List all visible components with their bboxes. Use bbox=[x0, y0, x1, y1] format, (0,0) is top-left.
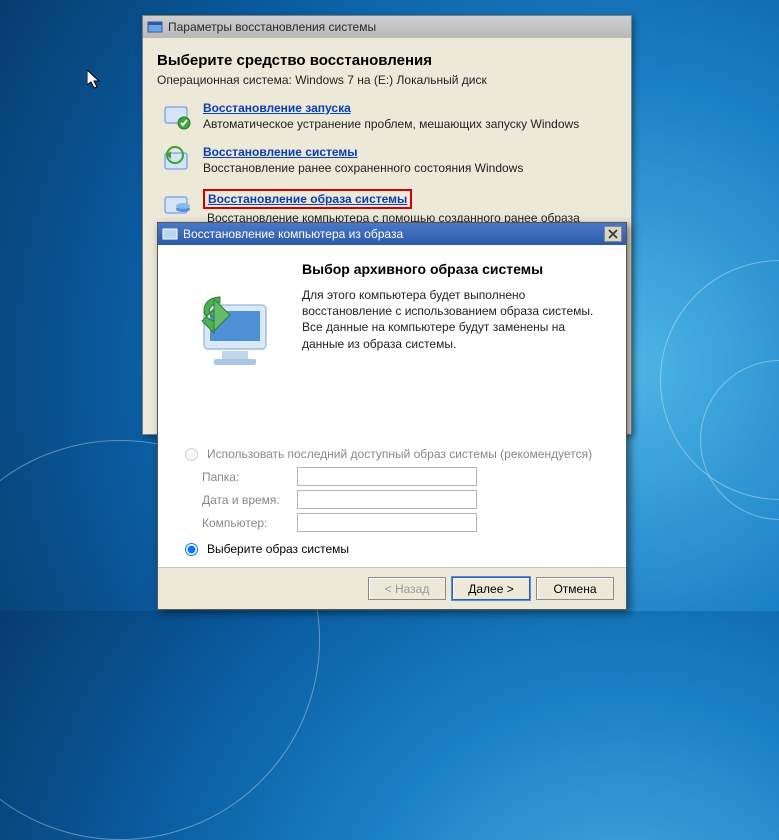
datetime-label: Дата и время: bbox=[202, 493, 297, 507]
system-restore-link[interactable]: Восстановление системы bbox=[203, 145, 358, 159]
next-button[interactable]: Далее > bbox=[452, 577, 530, 600]
radio-use-latest[interactable]: Использовать последний доступный образ с… bbox=[180, 447, 604, 461]
system-restore-icon bbox=[161, 145, 193, 177]
close-button[interactable] bbox=[604, 226, 622, 242]
computer-label: Компьютер: bbox=[202, 516, 297, 530]
system-image-icon bbox=[161, 189, 193, 221]
startup-repair-icon bbox=[161, 101, 193, 133]
radio-use-latest-label: Использовать последний доступный образ с… bbox=[207, 447, 592, 461]
wizard-body: Использовать последний доступный образ с… bbox=[158, 435, 626, 568]
options-titlebar[interactable]: Параметры восстановления системы bbox=[143, 16, 631, 38]
reimage-wizard-window: Восстановление компьютера из образа Выбо… bbox=[157, 222, 627, 610]
option-startup-repair: Восстановление запуска Автоматическое ус… bbox=[157, 95, 617, 139]
wizard-description: Для этого компьютера будет выполнено вос… bbox=[302, 287, 608, 352]
options-heading: Выберите средство восстановления bbox=[157, 52, 617, 69]
wizard-header-panel: Выбор архивного образа системы Для этого… bbox=[158, 245, 626, 435]
datetime-field bbox=[297, 490, 477, 509]
radio-select-image-input[interactable] bbox=[185, 543, 198, 556]
folder-field bbox=[297, 467, 477, 486]
startup-repair-link[interactable]: Восстановление запуска bbox=[203, 101, 351, 115]
mouse-cursor bbox=[87, 70, 103, 92]
close-icon bbox=[608, 229, 618, 239]
wizard-window-icon bbox=[162, 226, 178, 242]
folder-label: Папка: bbox=[202, 470, 297, 484]
radio-select-image[interactable]: Выберите образ системы bbox=[180, 542, 604, 556]
option-system-restore: Восстановление системы Восстановление ра… bbox=[157, 139, 617, 183]
radio-use-latest-input[interactable] bbox=[185, 448, 198, 461]
image-fields: Папка: Дата и время: Компьютер: bbox=[202, 467, 604, 532]
system-image-link[interactable]: Восстановление образа системы bbox=[208, 192, 407, 206]
radio-select-image-label: Выберите образ системы bbox=[207, 542, 349, 556]
computer-field bbox=[297, 513, 477, 532]
wizard-titlebar[interactable]: Восстановление компьютера из образа bbox=[158, 223, 626, 245]
startup-repair-desc: Автоматическое устранение проблем, мешаю… bbox=[203, 117, 579, 131]
options-title: Параметры восстановления системы bbox=[168, 20, 376, 34]
cancel-button[interactable]: Отмена bbox=[536, 577, 614, 600]
system-image-highlight: Восстановление образа системы bbox=[203, 189, 412, 209]
back-button[interactable]: < Назад bbox=[368, 577, 446, 600]
window-icon bbox=[147, 19, 163, 35]
wizard-graphic-icon bbox=[176, 269, 286, 379]
wizard-heading: Выбор архивного образа системы bbox=[302, 261, 608, 277]
system-restore-desc: Восстановление ранее сохраненного состоя… bbox=[203, 161, 523, 175]
wizard-title: Восстановление компьютера из образа bbox=[183, 227, 403, 241]
os-line: Операционная система: Windows 7 на (E:) … bbox=[157, 73, 617, 87]
wizard-button-bar: < Назад Далее > Отмена bbox=[158, 567, 626, 609]
